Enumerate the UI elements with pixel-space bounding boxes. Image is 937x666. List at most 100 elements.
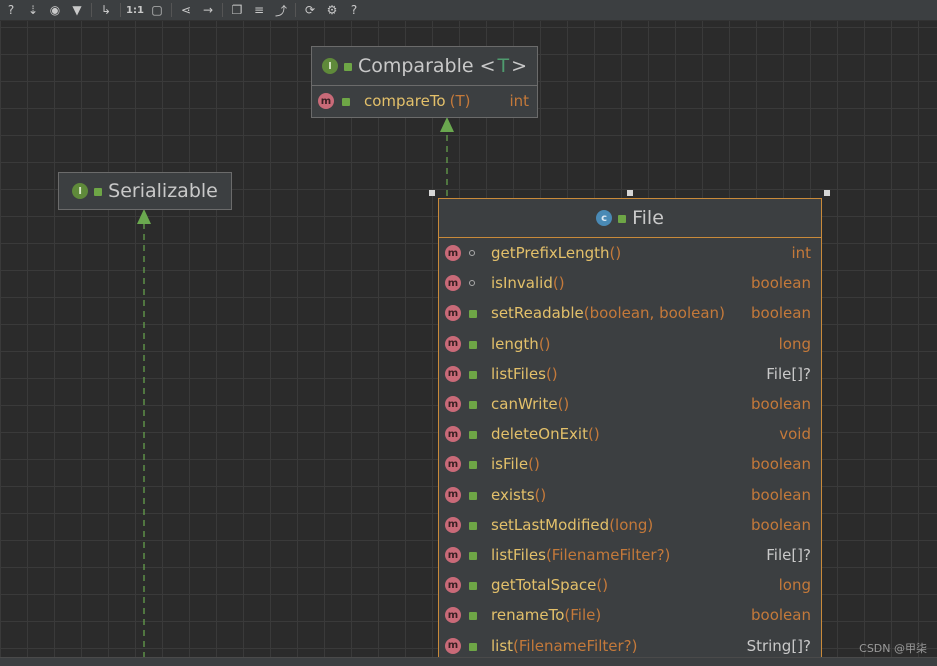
method-name: renameTo xyxy=(491,606,565,625)
method-name: exists xyxy=(491,485,535,504)
method-icon: m xyxy=(445,577,461,594)
lock-icon xyxy=(469,431,477,440)
method-row[interactable]: m getPrefixLength() int xyxy=(439,238,821,268)
method-icons: m xyxy=(439,365,491,382)
method-row[interactable]: m isInvalid () boolean xyxy=(439,268,821,298)
method-row[interactable]: m setReadable (boolean, boolean) boolean xyxy=(439,298,821,328)
method-icon: m xyxy=(445,426,461,443)
method-icons: m xyxy=(312,93,364,109)
method-name: length xyxy=(491,334,539,353)
method-return-type: boolean xyxy=(751,485,811,504)
method-row[interactable]: m getTotalSpace () long xyxy=(439,570,821,600)
method-params: () xyxy=(587,425,600,444)
export-icon[interactable]: ⤴ xyxy=(270,0,292,20)
method-return-type: int xyxy=(791,244,811,262)
share-icon[interactable]: ⋖ xyxy=(175,0,197,20)
actual-size-button[interactable]: 1:1 xyxy=(124,0,146,20)
question-icon[interactable]: ? xyxy=(343,0,365,20)
method-icons: m xyxy=(439,637,491,654)
lock-icon xyxy=(618,215,627,223)
interface-icon: I xyxy=(321,58,338,74)
lock-icon xyxy=(94,188,103,196)
selection-handle[interactable] xyxy=(824,190,830,196)
method-row[interactable]: m renameTo (File) boolean xyxy=(439,600,821,630)
lock-icon xyxy=(469,612,477,621)
method-return-type: boolean xyxy=(751,455,811,474)
class-node-file[interactable]: c File m getPrefixLength() int m isInvalid (… xyxy=(438,198,822,658)
method-icons: m xyxy=(439,486,491,503)
method-icon: m xyxy=(445,486,461,503)
method-name: deleteOnExit xyxy=(491,425,588,444)
method-row[interactable]: m exists() boolean xyxy=(439,480,821,510)
lock-icon xyxy=(469,461,477,470)
method-return-type: long xyxy=(778,576,811,595)
filter-icon[interactable]: ▼ xyxy=(66,0,88,20)
toolbar-separator xyxy=(295,3,296,17)
method-row[interactable]: m canWrite () boolean xyxy=(439,389,821,419)
method-return-type: boolean xyxy=(751,304,811,323)
method-icon: m xyxy=(445,365,461,382)
interface-node-comparable[interactable]: I Comparable < T > m compareTo (T) int xyxy=(311,46,538,118)
interface-node-serializable[interactable]: I Serializable xyxy=(58,172,232,210)
lock-icon xyxy=(469,582,477,591)
method-name: listFiles xyxy=(491,364,546,383)
route-icon[interactable]: ↳ xyxy=(95,0,117,20)
method-row[interactable]: m length() long xyxy=(439,329,821,359)
method-icons: m xyxy=(439,607,491,624)
lock-icon xyxy=(469,491,477,500)
selection-handle[interactable] xyxy=(429,190,435,196)
fit-icon[interactable]: ▢ xyxy=(146,0,168,20)
method-name: setReadable xyxy=(491,304,584,323)
method-icon: m xyxy=(445,456,461,473)
method-return-type: long xyxy=(778,334,811,353)
toolbar-separator xyxy=(91,3,92,17)
class-icon: c xyxy=(596,210,613,226)
method-icons: m xyxy=(439,245,491,261)
method-name: isFile xyxy=(491,455,529,474)
align-icon[interactable]: ≡ xyxy=(248,0,270,20)
method-row[interactable]: m deleteOnExit () void xyxy=(439,419,821,449)
lock-icon xyxy=(469,310,477,319)
horizontal-scrollbar[interactable] xyxy=(0,657,937,666)
method-return-type: boolean xyxy=(751,395,811,413)
method-params: () xyxy=(609,244,622,262)
method-name: canWrite xyxy=(491,395,558,413)
interface-icon: I xyxy=(72,183,89,199)
method-name: list xyxy=(491,636,514,655)
method-row[interactable]: m listFiles (FilenameFilter?) File[]? xyxy=(439,540,821,570)
method-icons: m xyxy=(439,396,491,412)
method-icon: m xyxy=(445,305,461,322)
method-name: isInvalid xyxy=(491,274,553,293)
lock-icon xyxy=(469,552,477,560)
lock-icon xyxy=(469,340,477,349)
method-row[interactable]: m isFile() boolean xyxy=(439,449,821,479)
layout-icon[interactable]: → xyxy=(197,0,219,20)
refresh-icon[interactable]: ⟳ xyxy=(299,0,321,20)
node-title: File xyxy=(632,207,664,229)
node-title: Serializable xyxy=(108,180,218,202)
method-params: (long) xyxy=(609,515,654,534)
copy-icon[interactable]: ❐ xyxy=(226,0,248,20)
method-list: m getPrefixLength() int m isInvalid () boolea… xyxy=(439,238,821,657)
method-icons: m xyxy=(439,426,491,443)
method-icon: m xyxy=(445,516,461,533)
method-row[interactable]: m compareTo (T) int xyxy=(312,86,537,116)
lock-icon xyxy=(469,642,477,651)
lock-icon xyxy=(343,63,352,71)
eye-icon[interactable]: ◉ xyxy=(44,0,66,20)
method-params: () xyxy=(557,395,570,413)
method-row[interactable]: m listFiles() File[]? xyxy=(439,359,821,389)
method-params: () xyxy=(552,274,565,293)
node-header: c File xyxy=(439,199,821,238)
sort-icon[interactable]: ⇣ xyxy=(22,0,44,20)
help-icon[interactable]: ? xyxy=(0,0,22,20)
method-icons: m xyxy=(439,516,491,533)
method-icon: m xyxy=(445,637,461,654)
method-icon: m xyxy=(445,335,461,352)
generic-open: < xyxy=(479,55,496,77)
method-icon: m xyxy=(445,396,461,412)
settings-icon[interactable]: ⚙ xyxy=(321,0,343,20)
selection-handle[interactable] xyxy=(627,190,633,196)
method-row[interactable]: m setLastModified (long) boolean xyxy=(439,510,821,540)
method-row[interactable]: m list (FilenameFilter?) String[]? xyxy=(439,631,821,657)
